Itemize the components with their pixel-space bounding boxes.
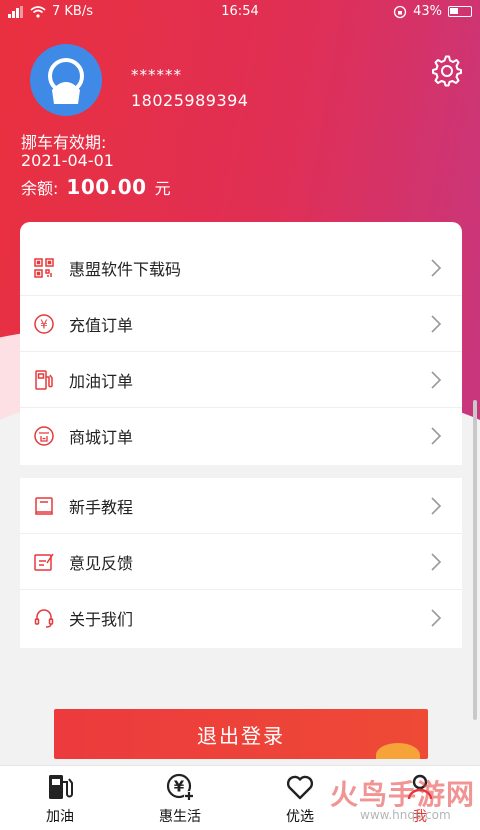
fuel-pump-icon	[35, 369, 53, 390]
menu-label: 新手教程	[69, 497, 134, 517]
battery-percent: 43%	[413, 4, 442, 19]
status-bar: 7 KB/s 16:54 43%	[0, 0, 480, 24]
svg-text:¥: ¥	[40, 317, 48, 331]
headset-icon	[34, 609, 54, 628]
balance-unit: 元	[154, 179, 171, 198]
user-phone: 18025989394	[131, 91, 249, 110]
menu-label: 充值订单	[69, 315, 134, 335]
tab-label: 加油	[46, 809, 74, 825]
chevron-right-icon	[431, 315, 442, 333]
chevron-right-icon	[431, 259, 442, 277]
parking-validity-label: 挪车有效期:	[21, 133, 107, 152]
menu-label: 加油订单	[69, 371, 134, 391]
menu-item-download-code[interactable]: 惠盟软件下载码	[20, 240, 462, 296]
feedback-edit-icon	[34, 553, 54, 571]
gear-icon[interactable]	[430, 54, 464, 88]
avatar-user-icon	[48, 58, 84, 104]
fuel-pump-icon	[49, 775, 73, 799]
chevron-right-icon	[431, 371, 442, 389]
watermark-url: www.hnqs.com	[360, 808, 451, 822]
menu-item-feedback[interactable]: 意见反馈	[20, 534, 462, 590]
menu-item-tutorial[interactable]: 新手教程	[20, 478, 462, 534]
menu-item-recharge-orders[interactable]: ¥ 充值订单	[20, 296, 462, 352]
tab-label: 惠生活	[159, 809, 201, 825]
chevron-right-icon	[431, 427, 442, 445]
watermark-logo: 火鸟手游网	[330, 778, 476, 811]
chevron-right-icon	[431, 553, 442, 571]
rotation-lock-icon	[393, 5, 407, 18]
menu-card-orders: 惠盟软件下载码 ¥ 充值订单 加油订单 商城订单	[20, 222, 462, 465]
menu-label: 惠盟软件下载码	[69, 259, 182, 279]
scrollbar[interactable]	[473, 400, 477, 720]
balance: 余额: 100.00 元	[21, 175, 171, 199]
shop-coin-icon	[34, 426, 54, 446]
logout-decoration	[376, 743, 420, 759]
menu-item-shop-orders[interactable]: 商城订单	[20, 408, 462, 464]
logout-button[interactable]: 退出登录	[54, 709, 428, 759]
parking-validity-date: 2021-04-01	[21, 151, 114, 170]
user-nickname: ******	[131, 66, 182, 84]
yuan-plus-icon: ¥	[166, 773, 194, 801]
menu-item-fuel-orders[interactable]: 加油订单	[20, 352, 462, 408]
battery-icon	[448, 6, 472, 17]
menu-item-about-us[interactable]: 关于我们	[20, 590, 462, 646]
heart-icon	[286, 775, 314, 800]
logout-label: 退出登录	[197, 723, 285, 748]
tab-life[interactable]: ¥ 惠生活	[120, 766, 240, 830]
menu-card-help: 新手教程 意见反馈 关于我们	[20, 478, 462, 648]
yuan-coin-icon: ¥	[34, 313, 54, 334]
svg-text:¥: ¥	[174, 778, 185, 796]
menu-label: 商城订单	[69, 428, 134, 447]
tab-fuel[interactable]: 加油	[0, 766, 120, 830]
menu-label: 关于我们	[69, 610, 134, 629]
balance-label: 余额:	[21, 179, 59, 198]
chevron-right-icon	[431, 609, 442, 627]
chevron-right-icon	[431, 497, 442, 515]
balance-amount: 100.00	[66, 175, 147, 199]
tab-label: 优选	[286, 809, 314, 825]
qrcode-icon	[34, 257, 54, 278]
avatar[interactable]	[30, 44, 102, 116]
menu-label: 意见反馈	[69, 553, 134, 573]
book-icon	[35, 496, 53, 515]
